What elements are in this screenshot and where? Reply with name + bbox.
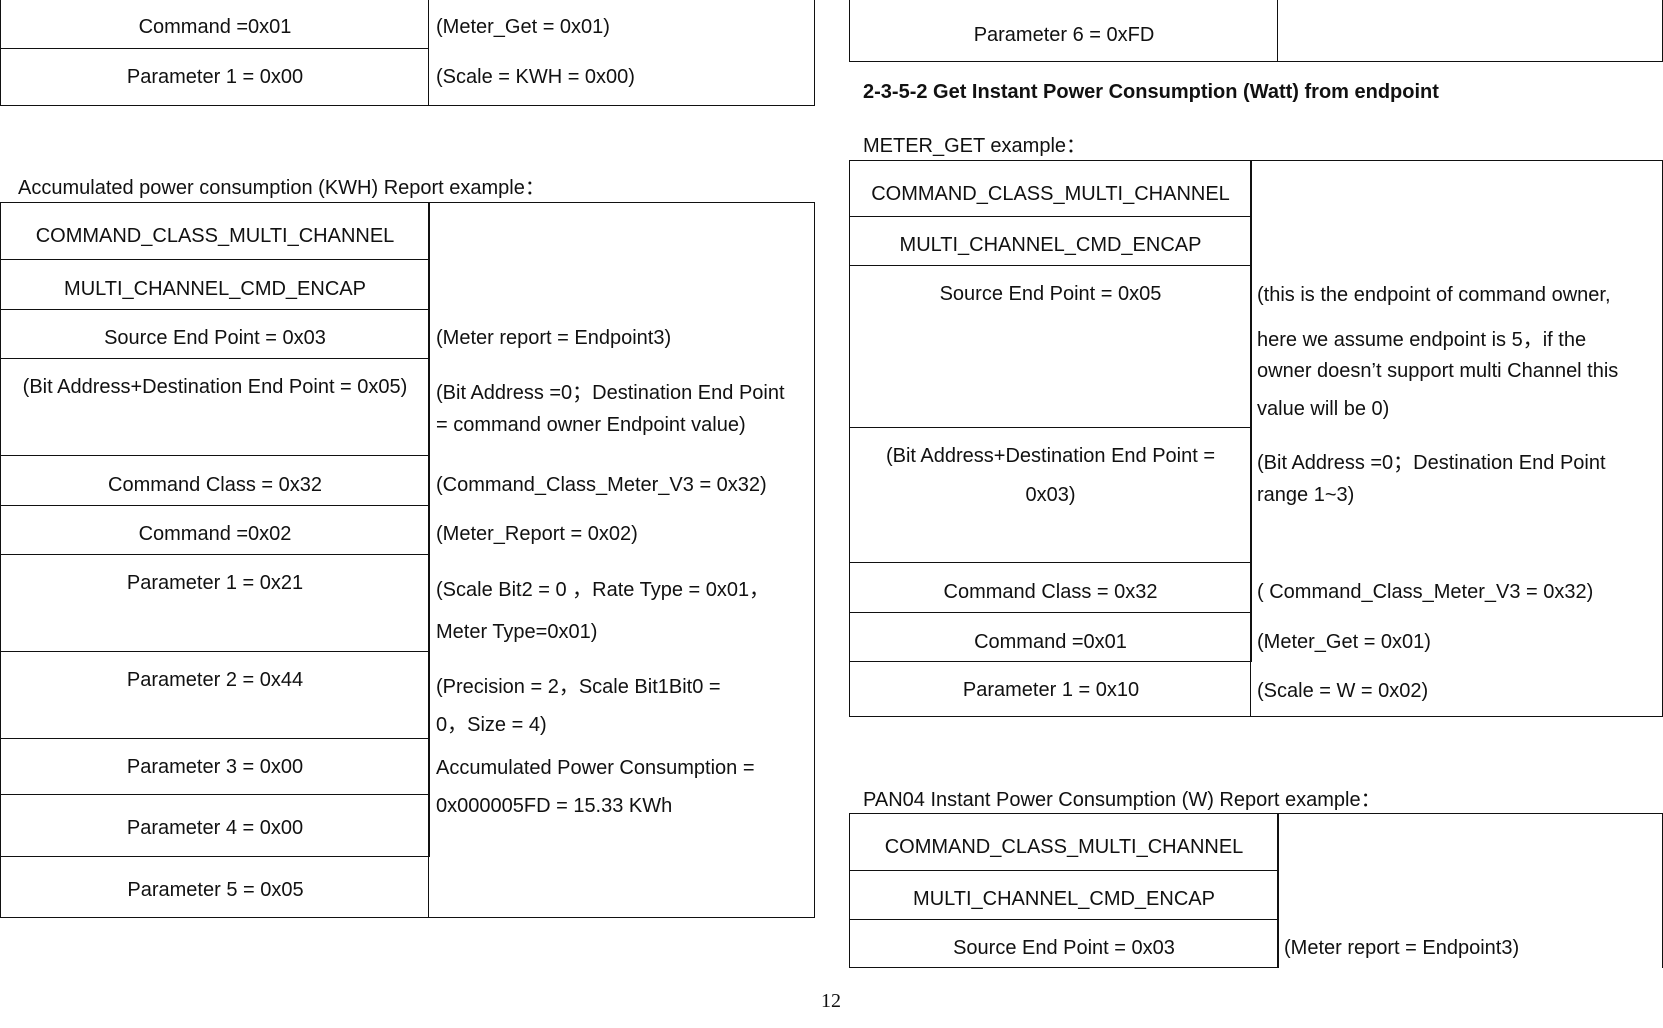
note-line: ( Command_Class_Meter_V3 = 0x32) (1257, 581, 1594, 603)
field-cell: MULTI_CHANNEL_CMD_ENCAP (913, 888, 1215, 910)
field-cell: Command =0x01 (974, 631, 1127, 653)
table-bottom-border (849, 967, 1279, 968)
kwh-report-table-continued: Parameter 6 = 0xFD (849, 0, 1663, 62)
field-cell: Command =0x02 (138, 523, 292, 545)
table-row: Command Class = 0x32 (1, 456, 430, 506)
page-gap (849, 968, 1663, 1028)
table-row: Parameter 2 = 0x44 (1, 652, 430, 739)
field-cell: Parameter 1 = 0x10 (962, 679, 1140, 701)
table-row: (Bit Address+Destination End Point = 0x0… (1, 359, 430, 456)
kwh-report-label: Accumulated power consumption (KWH) Repo… (18, 177, 545, 199)
field-cell: Command =0x01 (138, 16, 292, 38)
note-line: owner doesn’t support multi Channel this (1257, 360, 1619, 382)
field-cell: Parameter 1 = 0x00 (126, 66, 304, 88)
table-row: Command Class = 0x32 (850, 563, 1252, 613)
table-row: Source End Point = 0x03 (850, 920, 1279, 970)
kwh-report-table: COMMAND_CLASS_MULTI_CHANNEL MULTI_CHANNE… (0, 202, 815, 918)
table-row: Parameter 3 = 0x00 (1, 739, 430, 795)
field-cell: Parameter 3 = 0x00 (126, 756, 304, 778)
field-cell: Parameter 2 = 0x44 (126, 669, 304, 691)
table-row: Command =0x01 (850, 613, 1252, 662)
note-line: range 1~3) (1257, 484, 1355, 506)
note-line: (Bit Address =0；Destination End Point (1257, 452, 1606, 474)
note-line: (this is the endpoint of command owner, (1257, 284, 1611, 306)
field-cell: Parameter 6 = 0xFD (973, 24, 1155, 46)
table-row: Command =0x01 (1, 0, 429, 49)
note-line: (Meter report = Endpoint3) (1284, 937, 1520, 959)
field-cell: MULTI_CHANNEL_CMD_ENCAP (899, 234, 1202, 256)
table-row: Source End Point = 0x03 (1, 310, 430, 359)
table-row: Parameter 4 = 0x00 (1, 795, 430, 857)
note-cell: (Meter_Get = 0x01) (436, 16, 610, 38)
table-row: Parameter 6 = 0xFD (850, 0, 1278, 61)
field-cell: Source End Point = 0x03 (104, 327, 326, 349)
field-cell: COMMAND_CLASS_MULTI_CHANNEL (884, 836, 1244, 858)
note-line: (Scale = W = 0x02) (1257, 680, 1429, 702)
note-line: (Meter_Report = 0x02) (436, 523, 638, 545)
note-line: (Scale Bit2 = 0 ，Rate Type = 0x01， (436, 579, 770, 601)
note-line: value will be 0) (1257, 398, 1390, 420)
note-line: Accumulated Power Consumption = (436, 757, 755, 779)
table-row: Parameter 5 = 0x05 (1, 857, 430, 917)
meter-get-watt-table: COMMAND_CLASS_MULTI_CHANNEL MULTI_CHANNE… (849, 160, 1663, 717)
w-report-label: PAN04 Instant Power Consumption (W) Repo… (863, 789, 1381, 811)
meter-get-kwh-table-continued: Command =0x01 (Meter_Get = 0x01) Paramet… (0, 0, 815, 106)
table-row: COMMAND_CLASS_MULTI_CHANNEL (850, 814, 1279, 871)
field-cell: Parameter 5 = 0x05 (127, 879, 304, 901)
field-cell: (Bit Address+Destination End Point = 0x0… (22, 376, 408, 398)
table-row: (Bit Address+Destination End Point = 0x0… (850, 428, 1252, 563)
note-line: (Meter_Get = 0x01) (1257, 631, 1431, 653)
table-row: Parameter 1 = 0x10 (850, 662, 1252, 716)
field-cell: Source End Point = 0x03 (953, 937, 1175, 959)
field-cell: Command Class = 0x32 (108, 474, 322, 496)
note-line: (Precision = 2，Scale Bit1Bit0 = (436, 676, 721, 698)
table-row: Parameter 1 = 0x21 (1, 555, 430, 652)
table-row: Command =0x02 (1, 506, 430, 555)
meter-get-label: METER_GET example： (863, 135, 1087, 157)
table-row: Parameter 1 = 0x00 (1, 49, 429, 105)
field-cell: COMMAND_CLASS_MULTI_CHANNEL (35, 225, 395, 247)
note-line: (Command_Class_Meter_V3 = 0x32) (436, 474, 767, 496)
field-cell: (Bit Address+Destination End Point = (885, 445, 1216, 467)
field-cell: Parameter 4 = 0x00 (126, 817, 304, 839)
note-line: = command owner Endpoint value) (436, 414, 746, 436)
table-row: COMMAND_CLASS_MULTI_CHANNEL (850, 161, 1252, 217)
field-cell-line2: 0x03) (1025, 484, 1076, 506)
note-line: (Meter report = Endpoint3) (436, 327, 672, 349)
note-line: Meter Type=0x01) (436, 621, 598, 643)
field-cell: Source End Point = 0x05 (939, 283, 1162, 305)
table-row: MULTI_CHANNEL_CMD_ENCAP (1, 260, 430, 310)
note-line: 0x000005FD = 15.33 KWh (436, 795, 673, 817)
note-line: here we assume endpoint is 5，if the (1257, 329, 1587, 351)
field-cell: Command Class = 0x32 (943, 581, 1158, 603)
table-row: COMMAND_CLASS_MULTI_CHANNEL (1, 203, 430, 260)
table-row: Source End Point = 0x05 (850, 266, 1252, 428)
note-cell: (Scale = KWH = 0x00) (436, 66, 635, 88)
field-cell: COMMAND_CLASS_MULTI_CHANNEL (871, 183, 1230, 205)
field-cell: Parameter 1 = 0x21 (126, 572, 304, 594)
section-heading: 2-3-5-2 Get Instant Power Consumption (W… (863, 81, 1439, 103)
note-line: 0，Size = 4) (436, 714, 547, 736)
table-row: MULTI_CHANNEL_CMD_ENCAP (850, 871, 1279, 920)
field-cell: MULTI_CHANNEL_CMD_ENCAP (64, 278, 366, 300)
note-line: (Bit Address =0；Destination End Point (436, 382, 785, 404)
table-row: MULTI_CHANNEL_CMD_ENCAP (850, 217, 1252, 266)
